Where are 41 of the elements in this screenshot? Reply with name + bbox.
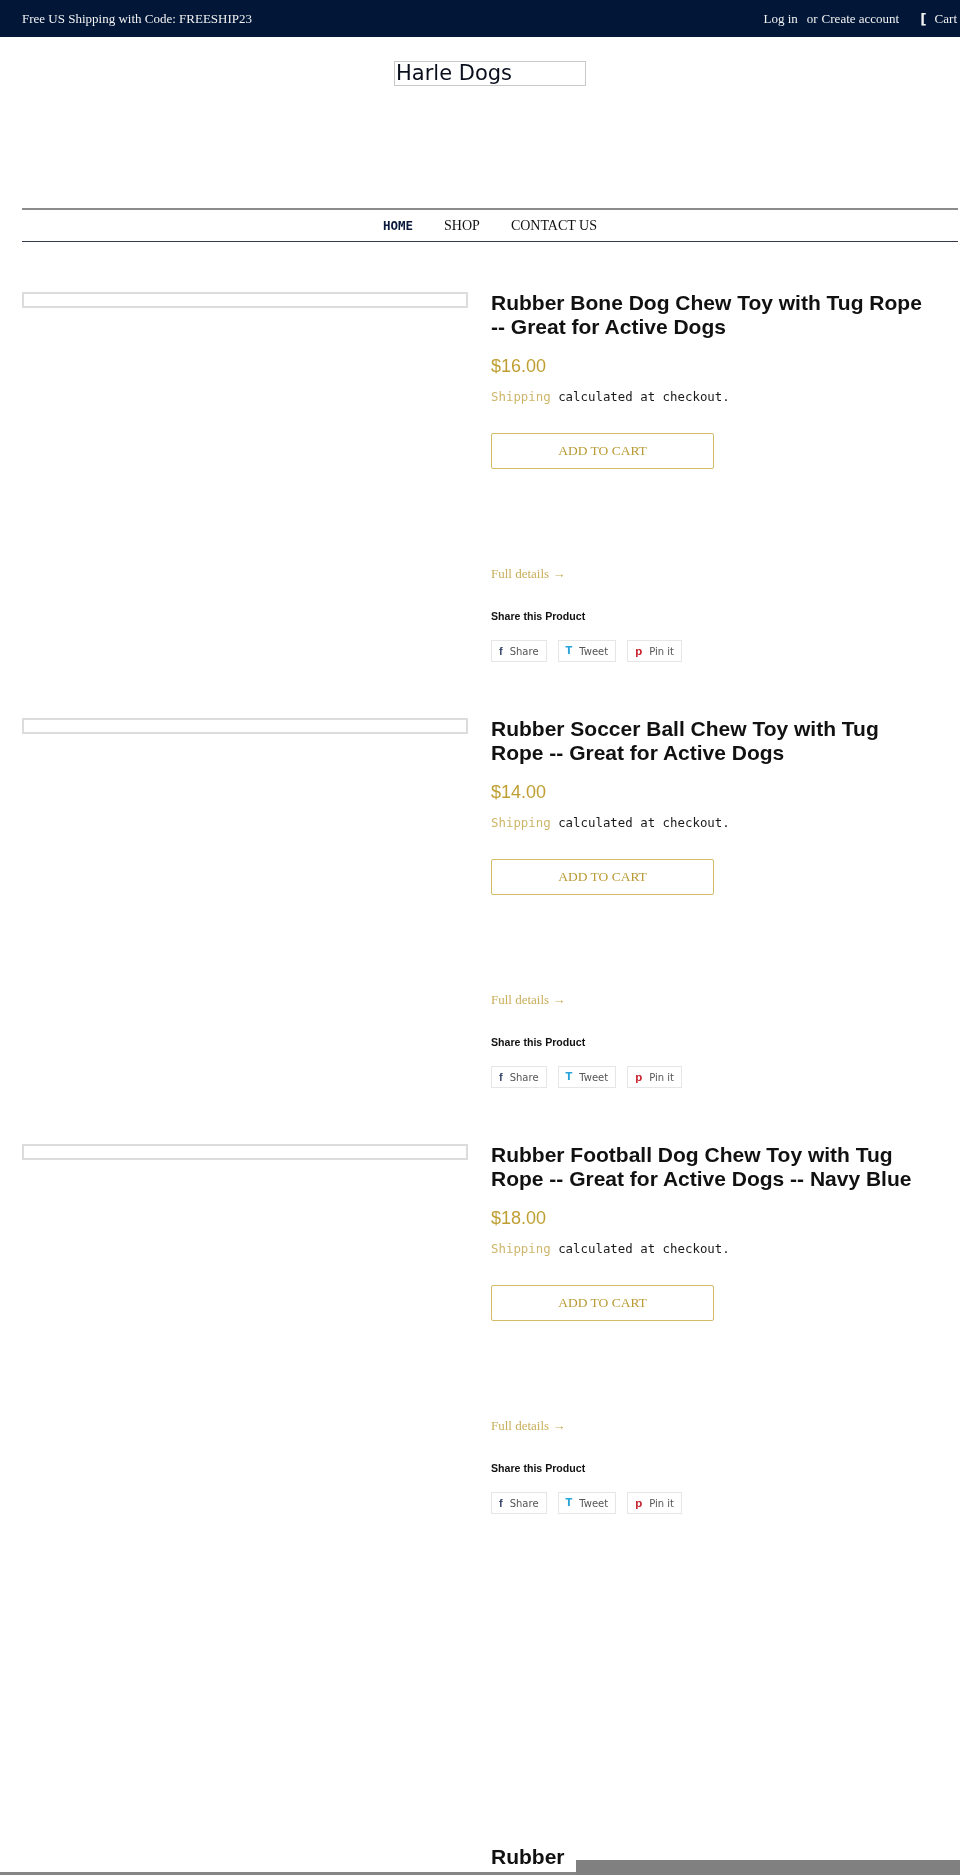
or-text: or — [806, 10, 818, 27]
share-button[interactable]: p Pin it — [627, 640, 682, 662]
share-heading: Share this Product — [491, 1461, 586, 1476]
share-button[interactable]: p Pin it — [627, 1492, 682, 1514]
site-logo[interactable]: Harle Dogs — [394, 61, 586, 86]
twitter-icon: T — [565, 645, 573, 657]
cart-link[interactable]: [ Cart — [920, 10, 957, 27]
announcement-text: Free US Shipping with Code: FREESHIP23 — [22, 10, 253, 27]
nav-link[interactable]: SHOP — [444, 217, 480, 234]
bracket-icon: [ — [920, 10, 927, 27]
shipping-note: Shipping calculated at checkout. — [491, 388, 730, 406]
nav-link[interactable]: HOME — [382, 218, 414, 233]
facebook-icon: f — [499, 1497, 503, 1509]
pinterest-icon: p — [635, 645, 643, 657]
share-heading: Share this Product — [491, 1035, 586, 1050]
facebook-icon: f — [499, 645, 503, 657]
twitter-icon: T — [565, 1071, 573, 1083]
share-heading: Share this Product — [491, 609, 586, 624]
product-title: Rubber Football Dog Chew Toy with Tug Rope -- Great for Active Dogs -- Navy Blue — [491, 1143, 913, 1191]
nav-link[interactable]: CONTACT US — [510, 217, 597, 234]
share-button[interactable]: f Share — [491, 1492, 547, 1514]
share-button[interactable]: T Tweet — [557, 640, 617, 662]
product-title: Rubber Bone Dog Chew Toy with Tug Rope -- Great for Active Dogs — [491, 291, 923, 339]
shipping-note: Shipping calculated at checkout. — [491, 814, 730, 832]
login-link[interactable]: Log in — [763, 10, 798, 27]
product-price: $18.00 — [491, 1207, 547, 1229]
share-button[interactable]: T Tweet — [557, 1066, 617, 1088]
share-button[interactable]: f Share — [491, 640, 547, 662]
twitter-icon: T — [565, 1497, 573, 1509]
share-button[interactable]: p Pin it — [627, 1066, 682, 1088]
product-price: $14.00 — [491, 781, 547, 803]
facebook-icon: f — [499, 1071, 503, 1083]
product-title: Rubber — [491, 1845, 565, 1869]
pinterest-icon: p — [635, 1071, 643, 1083]
create-account-link[interactable]: Create account — [821, 10, 900, 27]
share-button[interactable]: f Share — [491, 1066, 547, 1088]
pinterest-icon: p — [635, 1497, 643, 1509]
product-price: $16.00 — [491, 355, 547, 377]
product-title: Rubber Soccer Ball Chew Toy with Tug Rope -- Great for Active Dogs — [491, 717, 880, 765]
shipping-note: Shipping calculated at checkout. — [491, 1240, 730, 1258]
share-button[interactable]: T Tweet — [557, 1492, 617, 1514]
